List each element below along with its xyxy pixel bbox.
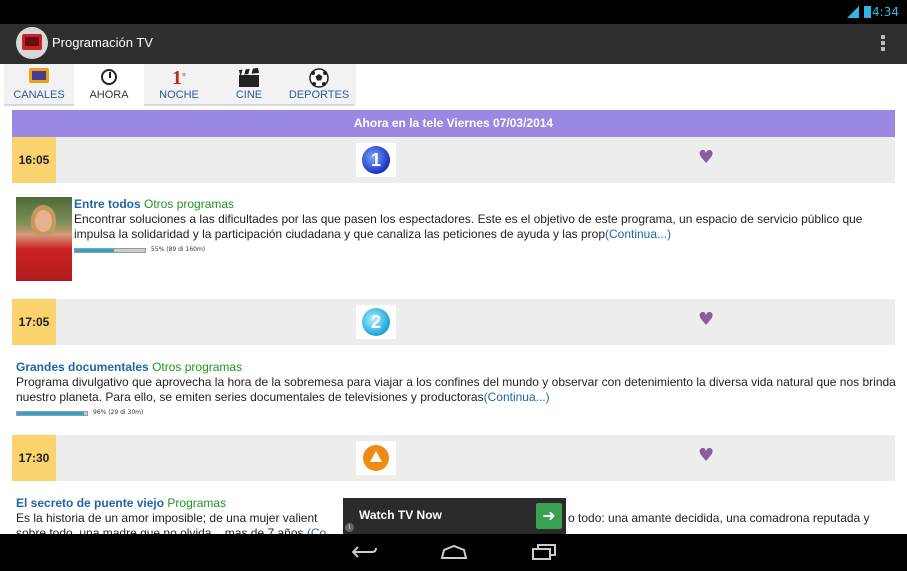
list-item[interactable]: Grandes documentales Otros programas Pro… xyxy=(16,360,896,420)
antena3-logo xyxy=(356,441,396,475)
alarm-clock-icon xyxy=(101,68,117,90)
program-progress: 55% (89 di 160m) xyxy=(74,246,896,255)
tab-canales[interactable]: CANALES xyxy=(4,64,74,106)
program-title[interactable]: Grandes documentales xyxy=(16,360,149,374)
action-bar: Programación TV xyxy=(0,24,907,64)
program-title[interactable]: Entre todos xyxy=(74,197,141,211)
recent-apps-icon[interactable] xyxy=(532,544,556,560)
tab-bar: CANALES AHORA 1° NOCHE CINE DEPORTES xyxy=(4,64,356,106)
schedule-slot[interactable]: 16:05 1 ♥ xyxy=(12,137,895,183)
ad-info-icon[interactable]: i xyxy=(345,523,354,532)
continue-link[interactable]: (Co xyxy=(307,526,326,534)
program-description: Programa divulgativo que aprovecha la ho… xyxy=(16,375,896,404)
slot-time: 17:30 xyxy=(12,435,56,481)
tab-ahora[interactable]: AHORA xyxy=(74,64,144,106)
first-icon: 1° xyxy=(172,67,186,89)
overflow-menu-icon[interactable] xyxy=(881,34,887,54)
tv-app-icon[interactable] xyxy=(16,27,48,59)
la2-logo: 2 xyxy=(356,305,396,339)
program-genre: Otros programas xyxy=(152,360,243,374)
main-content[interactable]: CANALES AHORA 1° NOCHE CINE DEPORTES Aho… xyxy=(0,64,907,534)
program-thumbnail xyxy=(16,197,72,281)
schedule-slot[interactable]: 17:30 ♥ xyxy=(12,435,895,481)
heart-icon[interactable]: ♥ xyxy=(698,446,718,466)
continue-link[interactable]: (Continua...) xyxy=(605,227,671,241)
tab-deportes[interactable]: DEPORTES xyxy=(284,64,354,106)
back-icon[interactable] xyxy=(352,544,378,560)
navigation-bar xyxy=(0,534,907,571)
program-genre: Otros programas xyxy=(144,197,235,211)
arrow-right-icon[interactable]: ➜ xyxy=(536,503,562,529)
home-icon[interactable] xyxy=(440,544,468,560)
list-item[interactable]: Entre todos Otros programas Encontrar so… xyxy=(16,197,896,283)
app-title: Programación TV xyxy=(52,35,153,50)
continue-link[interactable]: (Continua...) xyxy=(484,390,550,404)
ad-banner[interactable]: Watch TV Now ➜ i xyxy=(343,498,566,534)
program-title[interactable]: El secreto de puente viejo xyxy=(16,496,164,510)
program-description: Encontrar soluciones a las dificultades … xyxy=(74,212,863,241)
signal-3g-icon xyxy=(847,6,859,18)
status-bar: 4:34 xyxy=(0,0,907,24)
heart-icon[interactable]: ♥ xyxy=(698,310,718,330)
slot-time: 16:05 xyxy=(12,137,56,183)
schedule-slot[interactable]: 17:05 2 ♥ xyxy=(12,299,895,345)
clock: 4:34 xyxy=(872,5,899,19)
tab-noche[interactable]: 1° NOCHE xyxy=(144,64,214,106)
tv-icon xyxy=(29,68,49,88)
program-progress: 96% (29 di 30m) xyxy=(16,409,896,418)
la1-logo: 1 xyxy=(356,143,396,177)
battery-icon xyxy=(864,6,871,18)
program-genre: Programas xyxy=(167,496,227,510)
tab-cine[interactable]: CINE xyxy=(214,64,284,106)
ad-label[interactable]: Watch TV Now xyxy=(359,508,442,522)
heart-icon[interactable]: ♥ xyxy=(698,148,718,168)
slot-time: 17:05 xyxy=(12,299,56,345)
date-banner: Ahora en la tele Viernes 07/03/2014 xyxy=(12,110,895,137)
